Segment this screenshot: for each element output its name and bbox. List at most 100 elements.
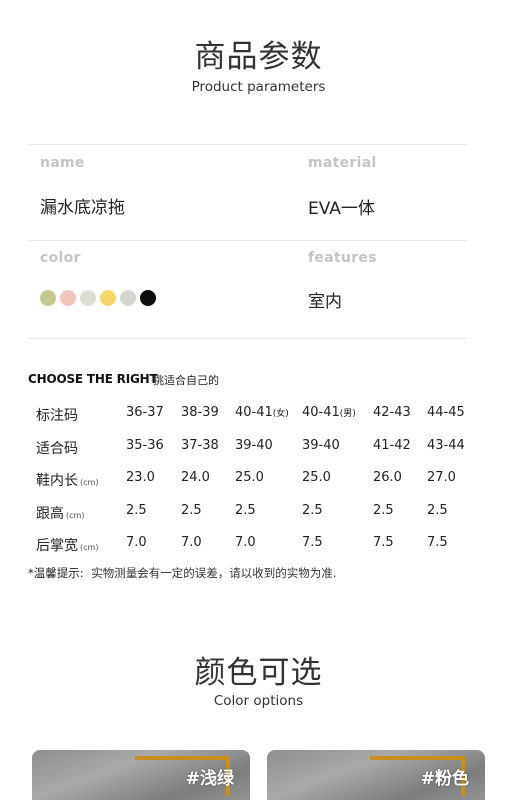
color-swatch	[140, 290, 156, 306]
size-cell: 24.0	[181, 470, 210, 485]
color-swatch	[100, 290, 116, 306]
size-cell: 38-39	[181, 405, 219, 420]
size-row-unit: (cm)	[80, 543, 99, 552]
name-label: name	[40, 155, 85, 171]
size-cell-value: 24.0	[181, 470, 210, 485]
size-cell: 7.5	[302, 535, 323, 550]
size-cell: 23.0	[126, 470, 155, 485]
features-value: 室内	[308, 292, 342, 312]
divider	[28, 240, 467, 241]
size-cell: 42-43	[373, 405, 411, 420]
size-cell: 7.5	[427, 535, 448, 550]
size-row-header: 标注码	[36, 405, 78, 425]
size-cell-value: 23.0	[126, 470, 155, 485]
color-tag: #粉色	[420, 769, 469, 789]
tip-note: *温馨提示: 实物测量会有一定的误差，请以收到的实物为准.	[28, 565, 336, 581]
color-swatches	[40, 290, 156, 306]
size-cell-value: 38-39	[181, 405, 219, 420]
size-cell-value: 40-41	[302, 405, 340, 420]
color-swatch	[80, 290, 96, 306]
size-cell-value: 2.5	[427, 502, 448, 518]
size-row-header: 跟高 (cm)	[36, 503, 84, 523]
size-cell: 39-40	[302, 438, 340, 453]
color-swatch	[120, 290, 136, 306]
size-cell: 2.5	[181, 503, 202, 518]
size-cell-value: 26.0	[373, 470, 402, 485]
size-cell: 35-36	[126, 438, 164, 453]
color-label: color	[40, 250, 81, 266]
size-cell: 43-44	[427, 438, 465, 453]
size-cell: 7.0	[181, 535, 202, 550]
color-swatch	[60, 290, 76, 306]
size-cell-value: 7.5	[373, 535, 394, 550]
size-cell-value: 36-37	[126, 405, 164, 420]
material-value: EVA一体	[308, 199, 375, 219]
size-row-header-text: 标注码	[36, 408, 78, 424]
features-label: features	[308, 250, 377, 266]
tip-note-text: 实物测量会有一定的误差，请以收到的实物为准.	[91, 566, 337, 580]
size-row-header-text: 后掌宽	[36, 538, 78, 554]
size-cell: 41-42	[373, 438, 411, 453]
choose-title: CHOOSE THE RIGHT	[28, 372, 158, 386]
size-cell-value: 37-38	[181, 437, 219, 453]
choose-subtitle: 挑适合自己的	[153, 374, 219, 387]
size-cell: 2.5	[302, 503, 323, 518]
size-row-header: 鞋内长 (cm)	[36, 470, 98, 490]
tip-note-key: *温馨提示:	[28, 566, 84, 580]
size-cell-value: 7.5	[427, 535, 448, 550]
size-cell: 44-45	[427, 405, 465, 420]
size-cell: 7.0	[235, 535, 256, 550]
size-cell-value: 2.5	[126, 502, 147, 518]
size-cell-value: 44-45	[427, 405, 465, 420]
size-cell-value: 7.0	[235, 535, 256, 550]
size-cell: 40-41(男)	[302, 405, 356, 420]
size-row-header: 后掌宽 (cm)	[36, 535, 98, 555]
color-tag: #浅绿	[185, 769, 234, 789]
name-value: 漏水底凉拖	[40, 198, 125, 218]
size-row-unit: (cm)	[80, 478, 99, 487]
size-row-header-text: 适合码	[36, 440, 78, 457]
size-cell: 27.0	[427, 470, 456, 485]
size-cell-gender: (女)	[272, 409, 289, 419]
size-cell: 40-41(女)	[235, 405, 289, 420]
size-cell-value: 25.0	[302, 470, 331, 485]
product-photo-light-green[interactable]: #浅绿	[32, 750, 250, 800]
size-row-unit: (cm)	[66, 510, 85, 520]
size-cell: 25.0	[235, 470, 264, 485]
product-photo-pink[interactable]: #粉色	[267, 750, 485, 800]
divider	[28, 338, 467, 339]
size-cell: 2.5	[126, 503, 147, 518]
page-title-en: Product parameters	[191, 79, 326, 95]
material-label: material	[308, 155, 377, 171]
size-cell-value: 7.5	[302, 535, 323, 550]
size-row-header: 适合码	[36, 438, 78, 458]
color-section-title-cn: 颜色可选	[194, 655, 323, 691]
size-cell: 25.0	[302, 470, 331, 485]
size-row-header-text: 跟高	[36, 505, 64, 522]
color-swatch	[40, 290, 56, 306]
size-cell-value: 39-40	[302, 437, 340, 453]
size-cell: 2.5	[235, 503, 256, 518]
size-cell-value: 27.0	[427, 470, 456, 485]
size-cell: 26.0	[373, 470, 402, 485]
size-cell: 7.0	[126, 535, 147, 550]
size-cell: 2.5	[427, 503, 448, 518]
color-section-title-en: Color options	[213, 693, 304, 709]
size-cell-value: 2.5	[373, 502, 394, 518]
size-cell-value: 41-42	[373, 437, 411, 453]
size-cell: 7.5	[373, 535, 394, 550]
size-cell-value: 2.5	[235, 502, 256, 518]
size-row-header-text: 鞋内长	[36, 473, 78, 489]
size-cell-value: 40-41	[235, 405, 273, 420]
size-cell-value: 2.5	[302, 502, 323, 518]
size-cell: 36-37	[126, 405, 164, 420]
size-cell-gender: (男)	[339, 409, 356, 419]
size-cell-value: 25.0	[235, 470, 264, 485]
size-cell-value: 39-40	[235, 437, 273, 453]
size-cell-value: 7.0	[126, 535, 147, 550]
size-cell-value: 35-36	[126, 437, 164, 453]
size-cell-value: 43-44	[427, 437, 465, 453]
size-cell: 37-38	[181, 438, 219, 453]
size-cell: 39-40	[235, 438, 273, 453]
page-title-cn: 商品参数	[194, 39, 323, 75]
